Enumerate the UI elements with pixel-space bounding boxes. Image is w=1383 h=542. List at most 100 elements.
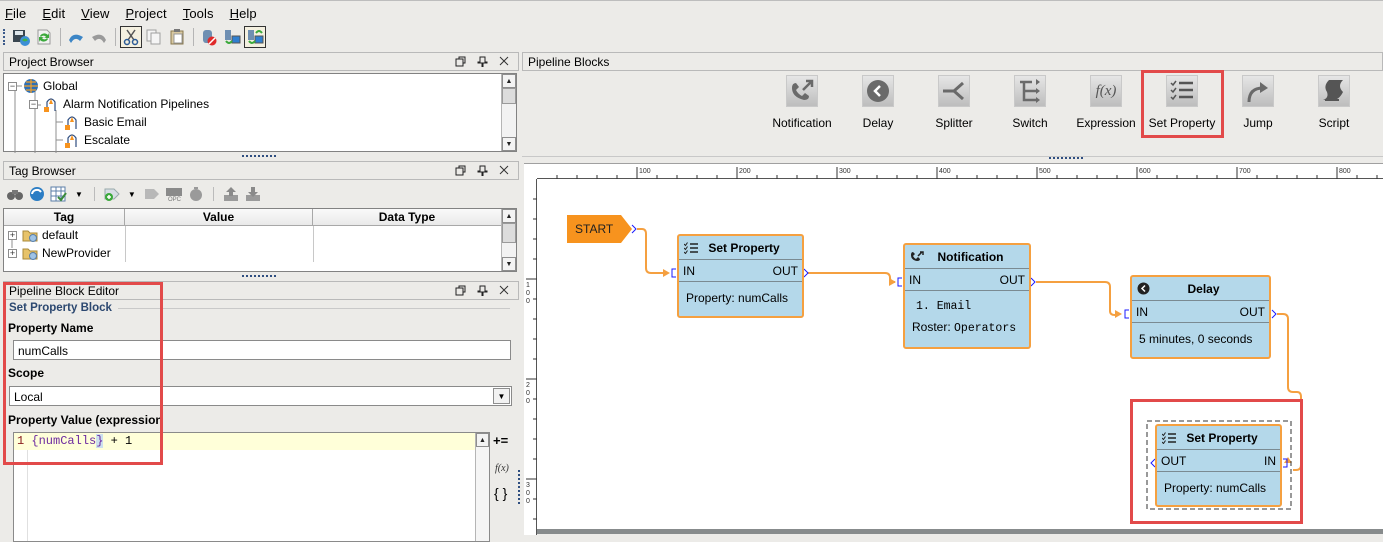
- close-panel-icon[interactable]: [498, 54, 510, 68]
- float-panel-icon[interactable]: [454, 283, 466, 297]
- collapse-icon[interactable]: −: [29, 99, 38, 109]
- property-name-input[interactable]: numCalls: [13, 340, 511, 360]
- scroll-thumb[interactable]: [502, 223, 516, 243]
- block-set-property-selected[interactable]: Set Property OUT IN Property: numCalls: [1155, 424, 1282, 507]
- update-project-icon[interactable]: [33, 26, 55, 48]
- port-out[interactable]: [1030, 277, 1036, 287]
- scroll-down-icon[interactable]: ▼: [502, 257, 516, 271]
- notification-icon: [911, 250, 924, 261]
- vertical-splitter-handle[interactable]: [518, 470, 521, 504]
- refresh-tags-icon[interactable]: [28, 186, 46, 202]
- port-in[interactable]: [897, 277, 902, 287]
- pin-panel-icon[interactable]: [476, 54, 488, 68]
- palette-label: Delay: [862, 116, 894, 130]
- block-notification[interactable]: Notification IN OUT 1. Email Roster: Ope…: [903, 243, 1031, 349]
- float-panel-icon[interactable]: [454, 163, 466, 177]
- menu-help[interactable]: Help: [229, 4, 258, 23]
- svg-text:OPC: OPC: [168, 197, 182, 202]
- palette-splitter[interactable]: Splitter: [914, 75, 994, 130]
- menu-project[interactable]: Project: [125, 4, 168, 23]
- splitter-handle[interactable]: [242, 275, 276, 278]
- insert-braces-button[interactable]: { }: [494, 485, 507, 501]
- pin-panel-icon[interactable]: [476, 283, 488, 297]
- palette-switch[interactable]: Switch: [990, 75, 1070, 130]
- expand-icon[interactable]: +: [8, 248, 17, 258]
- close-panel-icon[interactable]: [498, 283, 510, 297]
- tag-table-scrollbar[interactable]: ▲ ▼: [501, 209, 516, 271]
- block-set-property[interactable]: Set Property IN OUT Property: numCalls: [677, 234, 804, 318]
- undo-icon[interactable]: [65, 26, 87, 48]
- scroll-up-icon[interactable]: ▲: [502, 74, 516, 88]
- insert-function-button[interactable]: f(x): [495, 460, 509, 475]
- port-in[interactable]: [1124, 309, 1129, 319]
- table-check-icon[interactable]: [50, 186, 68, 202]
- splitter-handle[interactable]: [1049, 157, 1083, 160]
- tag-row-default[interactable]: + default: [8, 226, 78, 244]
- tag-table: Tag Value Data Type + default + NewProvi…: [3, 208, 517, 272]
- scroll-thumb[interactable]: [502, 88, 516, 104]
- comm-read-write-icon[interactable]: [244, 26, 266, 48]
- palette-notification[interactable]: Notification: [762, 75, 842, 130]
- scope-dropdown[interactable]: Local ▼: [9, 386, 512, 406]
- project-tree-scrollbar[interactable]: ▲ ▼: [501, 74, 516, 151]
- redo-icon[interactable]: [88, 26, 110, 48]
- palette-expression[interactable]: f(x) Expression: [1066, 75, 1146, 130]
- tree-item-escalate[interactable]: Escalate: [64, 131, 130, 149]
- port-out[interactable]: [803, 268, 809, 278]
- tree-item-alarm-notification-pipelines[interactable]: − Alarm Notification Pipelines: [29, 95, 209, 113]
- add-tag-icon[interactable]: [103, 186, 121, 202]
- expression-reference: numCalls: [38, 434, 97, 448]
- port-out[interactable]: [1271, 309, 1277, 319]
- ruler-label: 0: [526, 290, 530, 297]
- scroll-up-icon[interactable]: ▲: [502, 209, 516, 223]
- expression-editor[interactable]: 1 {numCalls} + 1 ▲: [13, 432, 490, 542]
- notification-icon: [786, 75, 818, 107]
- pin-panel-icon[interactable]: [476, 163, 488, 177]
- connector-arrowhead: [1115, 310, 1122, 318]
- paste-icon[interactable]: [166, 26, 188, 48]
- cut-icon[interactable]: [120, 26, 142, 48]
- disconnect-database-icon[interactable]: [198, 26, 220, 48]
- splitter-handle[interactable]: [242, 155, 276, 158]
- pipeline-canvas[interactable]: START Set Property IN OUT Property: numC…: [537, 179, 1383, 529]
- column-header-value[interactable]: Value: [125, 209, 313, 226]
- binoculars-icon[interactable]: [6, 186, 24, 202]
- scroll-up-icon[interactable]: ▲: [476, 433, 489, 447]
- insert-property-button[interactable]: +=: [493, 433, 508, 448]
- expression-line[interactable]: 1 {numCalls} + 1: [14, 433, 475, 450]
- dropdown-arrow-icon[interactable]: ▼: [128, 190, 136, 199]
- block-delay[interactable]: Delay IN OUT 5 minutes, 0 seconds: [1130, 275, 1271, 359]
- toolbar-grip[interactable]: [3, 29, 6, 45]
- palette-jump[interactable]: Jump: [1218, 75, 1298, 130]
- toolbar-separator: [115, 28, 116, 46]
- start-node[interactable]: START: [567, 215, 633, 243]
- palette-delay[interactable]: Delay: [838, 75, 918, 130]
- column-header-tag[interactable]: Tag: [4, 209, 125, 226]
- chevron-down-icon[interactable]: ▼: [493, 388, 510, 404]
- menu-tools[interactable]: Tools: [182, 4, 215, 23]
- close-panel-icon[interactable]: [498, 163, 510, 177]
- palette-script[interactable]: Script: [1294, 75, 1374, 130]
- float-panel-icon[interactable]: [454, 54, 466, 68]
- tag-row-newprovider[interactable]: + NewProvider: [8, 244, 111, 262]
- tree-item-basic-email[interactable]: Basic Email: [64, 113, 147, 131]
- copy-icon[interactable]: [143, 26, 165, 48]
- palette-set-property[interactable]: Set Property: [1142, 75, 1222, 130]
- dropdown-arrow-icon[interactable]: ▼: [75, 190, 83, 199]
- menu-file[interactable]: File: [4, 4, 27, 23]
- scroll-down-icon[interactable]: ▼: [502, 137, 516, 151]
- collapse-icon[interactable]: −: [8, 81, 17, 91]
- comm-read-only-icon[interactable]: [221, 26, 243, 48]
- set-property-icon: [1166, 75, 1198, 107]
- block-property: Property: numCalls: [686, 291, 789, 305]
- expand-icon[interactable]: +: [8, 230, 17, 240]
- tree-item-global[interactable]: − Global: [8, 77, 78, 95]
- save-publish-icon[interactable]: [10, 26, 32, 48]
- pipeline-blocks-header: Pipeline Blocks: [522, 52, 1383, 71]
- expression-scrollbar[interactable]: ▲: [475, 433, 489, 541]
- column-header-data-type[interactable]: Data Type: [313, 209, 502, 226]
- stopwatch-icon: [189, 187, 202, 201]
- menu-edit[interactable]: Edit: [41, 4, 66, 23]
- menu-view[interactable]: View: [80, 4, 110, 23]
- port-in[interactable]: [671, 268, 676, 278]
